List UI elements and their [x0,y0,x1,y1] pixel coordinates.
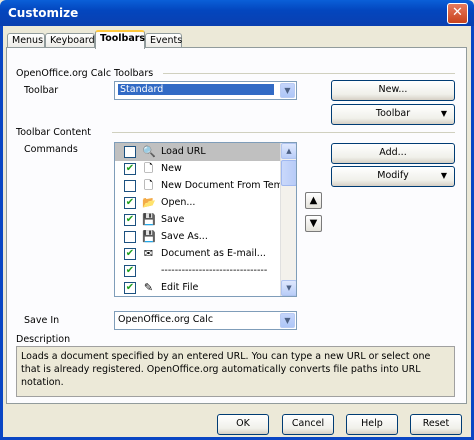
command-checkbox[interactable] [124,180,136,192]
group-divider [163,73,455,74]
command-checkbox[interactable]: ✔ [124,214,136,226]
list-item[interactable]: ✔ ✉ Document as E-mail... [115,245,281,263]
reset-button-label: Reset [422,418,450,429]
command-label: New Document From Template [161,180,297,191]
title-bar: Customize [0,0,474,26]
description-label: Description [16,334,71,345]
list-item[interactable]: ✔ ------------------------------- [115,262,281,280]
tab-label: Keyboard [50,35,95,46]
list-item[interactable]: ✔ 📂 Open... [115,194,281,212]
chevron-down-icon[interactable]: ▼ [280,83,295,98]
list-item[interactable]: 🔍 Load URL [115,143,281,161]
command-checkbox[interactable]: ✔ [124,197,136,209]
tab-label: Menus [12,35,44,46]
new-toolbar-button-label: New... [378,84,408,95]
tab-menus[interactable]: Menus [7,33,45,48]
email-icon: ✉ [143,247,154,260]
command-checkbox[interactable]: ✔ [124,265,136,277]
close-icon: ✕ [452,5,463,20]
chevron-down-icon: ▼ [286,284,292,292]
toolbar-label: Toolbar [24,85,59,96]
command-checkbox[interactable]: ✔ [124,163,136,175]
save-in-select[interactable]: OpenOffice.org Calc ▼ [114,311,297,330]
window-title: Customize [8,6,79,20]
chevron-down-icon: ▼ [440,109,447,118]
list-item[interactable]: ✔ 🗋 New [115,160,281,178]
move-down-button[interactable]: ▼ [305,215,322,232]
tab-toolbars[interactable]: Toolbars [95,30,145,49]
commands-list[interactable]: 🔍 Load URL ✔ 🗋 New 🗋 New Document From T… [114,142,297,297]
new-document-icon: 🗋 [144,162,153,175]
ok-button[interactable]: OK [217,414,269,435]
toolbar-menu-button[interactable]: Toolbar ▼ [331,104,455,125]
list-item[interactable]: 💾 Save As... [115,228,281,246]
toolbar-select[interactable]: Standard ▼ [114,81,297,100]
cancel-button[interactable]: Cancel [282,414,334,435]
list-item[interactable]: ✔ ✎ Edit File [115,279,281,296]
tab-label: Toolbars [100,33,146,44]
move-up-button[interactable]: ▲ [305,192,322,209]
command-label: Load URL [161,146,206,157]
save-in-label: Save In [24,315,60,326]
add-command-button[interactable]: Add... [331,143,455,164]
cancel-button-label: Cancel [291,418,325,429]
arrow-down-icon: ▼ [309,218,318,229]
command-checkbox[interactable] [124,146,136,158]
description-text: Loads a document specified by an entered… [21,351,431,388]
add-command-button-label: Add... [379,147,407,158]
window-frame-left [0,26,3,440]
new-from-template-icon: 🗋 [144,179,153,192]
description-box: Loads a document specified by an entered… [16,346,455,397]
chevron-down-icon: ▼ [440,171,447,180]
toolbar-select-value: Standard [118,84,274,95]
toolbar-menu-button-label: Toolbar [375,108,411,119]
scroll-up-button[interactable]: ▲ [281,143,296,159]
new-toolbar-button[interactable]: New... [331,80,455,101]
tab-label: Events [150,35,183,46]
command-label: Save As... [161,231,208,242]
save-in-value: OpenOffice.org Calc [118,314,214,325]
command-checkbox[interactable] [124,231,136,243]
commands-label: Commands [24,144,78,155]
command-label: Edit File [161,282,199,293]
scroll-down-button[interactable]: ▼ [281,280,296,296]
command-label: New [161,163,182,174]
command-checkbox[interactable]: ✔ [124,248,136,260]
open-folder-icon: 📂 [142,196,156,209]
help-button-label: Help [361,418,383,429]
ok-button-label: OK [236,418,250,429]
group-divider [112,132,455,133]
save-as-icon: 💾 [142,230,156,243]
arrow-up-icon: ▲ [309,195,318,206]
tab-events[interactable]: Events [145,33,182,48]
modify-button-label: Modify [377,170,409,181]
reset-button[interactable]: Reset [410,414,462,435]
toolbars-group-label: OpenOffice.org Calc Toolbars [16,68,154,79]
help-button[interactable]: Help [346,414,398,435]
commands-scrollbar[interactable]: ▲ ▼ [280,143,296,296]
modify-button[interactable]: Modify ▼ [331,166,455,187]
tab-keyboard[interactable]: Keyboard [45,33,95,48]
list-item[interactable]: ✔ 💾 Save [115,211,281,229]
command-label: Save [161,214,185,225]
command-label: Open... [161,197,196,208]
edit-file-icon: ✎ [143,281,154,294]
chevron-down-icon[interactable]: ▼ [280,313,295,328]
command-label: Document as E-mail... [161,248,266,259]
close-button[interactable]: ✕ [447,3,468,24]
chevron-up-icon: ▲ [286,147,292,155]
command-checkbox[interactable]: ✔ [124,282,136,294]
globe-search-icon: 🔍 [142,145,156,158]
scrollbar-thumb[interactable] [281,160,296,186]
list-item[interactable]: 🗋 New Document From Template [115,177,296,195]
save-disk-icon: 💾 [142,213,156,226]
toolbar-content-group-label: Toolbar Content [16,127,92,138]
separator-label: ------------------------------- [161,265,268,276]
